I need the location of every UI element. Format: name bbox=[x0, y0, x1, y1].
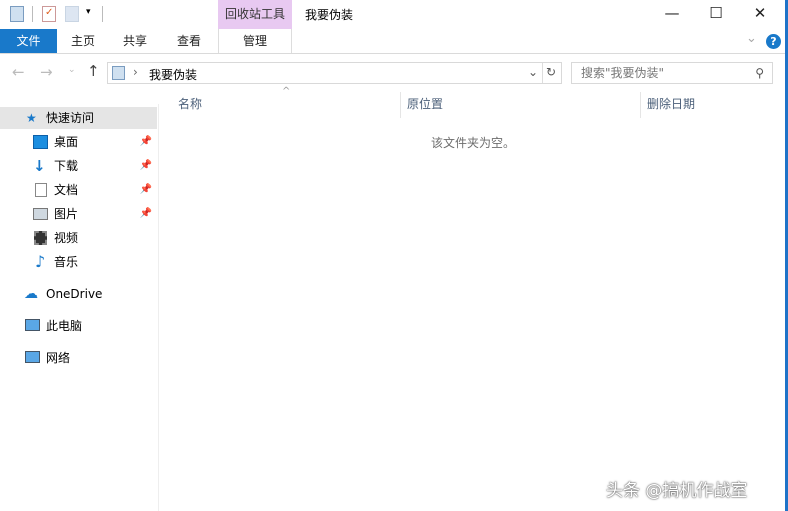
pin-icon[interactable]: 📌 bbox=[140, 131, 152, 153]
divider bbox=[102, 6, 103, 22]
column-divider[interactable] bbox=[400, 92, 401, 118]
nav-onedrive[interactable]: ☁ OneDrive bbox=[0, 283, 157, 305]
watermark: 头条 @搞机作战室 bbox=[606, 481, 748, 501]
collapse-ribbon-icon[interactable]: ⌄ bbox=[746, 31, 757, 46]
breadcrumb-separator: › bbox=[133, 65, 138, 79]
new-folder-icon[interactable] bbox=[65, 6, 79, 22]
up-button[interactable]: ↑ bbox=[87, 62, 100, 80]
recycle-bin-tools-tab: 回收站工具 bbox=[218, 0, 292, 29]
address-bar[interactable]: › 我要伪装 ⌄ ↻ bbox=[107, 62, 562, 84]
nav-label: 桌面 bbox=[54, 135, 79, 149]
nav-network[interactable]: 网络 bbox=[0, 347, 157, 369]
search-icon: ⚲ bbox=[755, 66, 764, 80]
nav-desktop[interactable]: 桌面 📌 bbox=[0, 131, 157, 153]
nav-pictures[interactable]: 图片 📌 bbox=[0, 203, 157, 225]
nav-label: OneDrive bbox=[46, 287, 103, 301]
window-title: 我要伪装 bbox=[305, 8, 354, 22]
divider bbox=[542, 63, 543, 83]
nav-music[interactable]: ♪ 音乐 bbox=[0, 251, 157, 273]
recycle-bin-icon bbox=[10, 6, 24, 22]
forward-button[interactable]: → bbox=[40, 63, 53, 81]
document-icon bbox=[35, 183, 47, 197]
breadcrumb-item[interactable]: 我要伪装 bbox=[149, 66, 197, 83]
tab-manage[interactable]: 管理 bbox=[218, 29, 292, 53]
divider bbox=[32, 6, 33, 22]
nav-label: 音乐 bbox=[54, 255, 79, 269]
title-bar: ✓ ▾ 回收站工具 我要伪装 — ☐ ✕ bbox=[0, 0, 785, 29]
column-header-original-location[interactable]: 原位置 bbox=[407, 92, 443, 118]
pin-icon[interactable]: 📌 bbox=[140, 179, 152, 201]
address-dropdown-icon[interactable]: ⌄ bbox=[528, 65, 538, 79]
help-icon[interactable]: ? bbox=[766, 34, 781, 49]
nav-label: 图片 bbox=[54, 207, 79, 221]
nav-label: 文档 bbox=[54, 183, 79, 197]
minimize-button[interactable]: — bbox=[650, 0, 694, 29]
tab-view[interactable]: 查看 bbox=[161, 29, 217, 53]
star-icon: ★ bbox=[26, 111, 37, 125]
column-divider[interactable] bbox=[640, 92, 641, 118]
nav-label: 此电脑 bbox=[46, 319, 83, 333]
pictures-icon bbox=[33, 208, 48, 220]
close-button[interactable]: ✕ bbox=[738, 0, 782, 29]
tab-home[interactable]: 主页 bbox=[57, 29, 109, 53]
tab-file[interactable]: 文件 bbox=[0, 29, 57, 53]
empty-folder-message: 该文件夹为空。 bbox=[431, 136, 516, 150]
column-header-name[interactable]: 名称 bbox=[178, 92, 202, 118]
back-button[interactable]: ← bbox=[12, 63, 25, 81]
pin-icon[interactable]: 📌 bbox=[140, 203, 152, 225]
cloud-icon: ☁ bbox=[24, 286, 38, 302]
customize-quick-access-icon[interactable]: ▾ bbox=[86, 7, 91, 17]
computer-icon bbox=[25, 319, 40, 331]
pin-icon[interactable]: 📌 bbox=[140, 155, 152, 177]
nav-label: 视频 bbox=[54, 231, 79, 245]
nav-documents[interactable]: 文档 📌 bbox=[0, 179, 157, 201]
desktop-icon bbox=[33, 135, 48, 149]
recent-locations-button[interactable]: ⌄ bbox=[68, 65, 76, 75]
video-icon bbox=[34, 231, 47, 245]
tab-share[interactable]: 共享 bbox=[109, 29, 161, 53]
search-input[interactable]: 搜索"我要伪装" ⚲ bbox=[571, 62, 773, 84]
nav-this-pc[interactable]: 此电脑 bbox=[0, 315, 157, 337]
ribbon: 文件 主页 共享 查看 管理 ⌄ ? bbox=[0, 29, 785, 54]
refresh-icon[interactable]: ↻ bbox=[546, 65, 556, 79]
nav-downloads[interactable]: ↓ 下载 📌 bbox=[0, 155, 157, 177]
maximize-button[interactable]: ☐ bbox=[694, 0, 738, 29]
column-header-date-deleted[interactable]: 删除日期 bbox=[647, 92, 695, 118]
download-icon: ↓ bbox=[33, 157, 46, 175]
nav-label: 网络 bbox=[46, 351, 71, 365]
nav-videos[interactable]: 视频 bbox=[0, 227, 157, 249]
music-icon: ♪ bbox=[35, 252, 46, 271]
search-placeholder: 搜索"我要伪装" bbox=[581, 66, 665, 80]
network-icon bbox=[25, 351, 40, 363]
recycle-bin-icon bbox=[112, 66, 125, 80]
nav-label: 快速访问 bbox=[46, 111, 95, 125]
navigation-pane: ★ 快速访问 桌面 📌 ↓ 下载 📌 文档 📌 图片 📌 视频 ♪ 音乐 ☁ O… bbox=[0, 104, 159, 511]
sort-ascending-icon: ^ bbox=[282, 86, 291, 97]
nav-quick-access[interactable]: ★ 快速访问 bbox=[0, 107, 157, 129]
address-row: ← → ⌄ ↑ › 我要伪装 ⌄ ↻ 搜索"我要伪装" ⚲ bbox=[0, 58, 785, 88]
properties-icon[interactable]: ✓ bbox=[42, 6, 56, 22]
nav-label: 下载 bbox=[54, 159, 79, 173]
